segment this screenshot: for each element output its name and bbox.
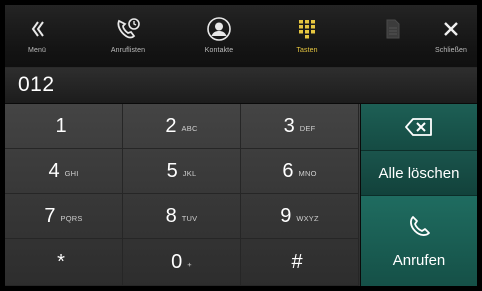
key-digit: 5 xyxy=(166,159,178,182)
key-letters: DEF xyxy=(299,124,316,133)
key-digit: * xyxy=(57,250,65,273)
key-letters: GHI xyxy=(64,169,79,178)
key-0[interactable]: 0 + xyxy=(123,239,241,286)
call-label: Anrufen xyxy=(392,251,446,269)
key-digit: 3 xyxy=(283,114,295,137)
contacts-label: Kontakte xyxy=(204,47,234,54)
key-letters: MNO xyxy=(298,169,317,178)
phone-handset-icon xyxy=(410,215,430,236)
key-digit: 7 xyxy=(44,204,56,227)
key-4[interactable]: 4 GHI xyxy=(5,149,123,194)
document-icon xyxy=(385,13,401,45)
key-digit: 1 xyxy=(55,114,67,137)
contacts-button[interactable]: Kontakte xyxy=(187,5,251,67)
call-history-icon xyxy=(114,13,142,45)
key-letters: TUV xyxy=(181,214,198,223)
phone-dialer-screen: Menü Anruflisten Kontakte Tasten Schließ… xyxy=(5,5,477,286)
dial-keypad: 1 2 ABC 3 DEF 4 GHI 5 JKL 6 MNO 7 PQRS 8 TUV 9W… xyxy=(5,104,360,286)
number-display: 012 xyxy=(5,68,477,103)
backspace-button[interactable] xyxy=(361,104,477,151)
key-digit: 4 xyxy=(48,159,60,182)
key-digit: 8 xyxy=(165,204,177,227)
key-8[interactable]: 8 TUV xyxy=(123,194,241,239)
key-2[interactable]: 2 ABC xyxy=(123,104,241,149)
key-letters: WXYZ xyxy=(296,214,319,223)
contact-icon xyxy=(207,13,231,45)
key-digit: 0 xyxy=(171,250,183,273)
keypad-icon xyxy=(297,13,317,45)
key-9[interactable]: 9 WXYZ xyxy=(241,194,359,239)
key-hash[interactable]: # xyxy=(241,239,359,286)
dialed-number: 012 xyxy=(18,73,55,96)
key-digit: 2 xyxy=(165,114,177,137)
key-7[interactable]: 7 PQRS xyxy=(5,194,123,239)
key-digit: 6 xyxy=(282,159,294,182)
close-button[interactable]: Schließen xyxy=(425,5,477,67)
keypad-tab-label: Tasten xyxy=(296,47,318,54)
key-6[interactable]: 6 MNO xyxy=(241,149,359,194)
key-3[interactable]: 3 DEF xyxy=(241,104,359,149)
key-1[interactable]: 1 xyxy=(5,104,123,149)
document-button[interactable] xyxy=(373,5,413,67)
keypad-tab-button[interactable]: Tasten xyxy=(277,5,337,67)
call-button[interactable]: Anrufen xyxy=(361,196,477,286)
key-digit: 9 xyxy=(280,204,292,227)
key-letters: + xyxy=(187,260,192,269)
double-chevron-left-icon xyxy=(27,13,47,45)
key-letters: ABC xyxy=(181,124,198,133)
menu-button[interactable]: Menü xyxy=(9,5,65,67)
backspace-icon xyxy=(405,118,432,136)
top-toolbar: Menü Anruflisten Kontakte Tasten Schließ… xyxy=(5,5,477,68)
menu-label: Menü xyxy=(28,47,46,54)
key-5[interactable]: 5 JKL xyxy=(123,149,241,194)
close-label: Schließen xyxy=(434,47,468,54)
action-column: Alle löschen Anrufen xyxy=(361,104,477,286)
key-letters: PQRS xyxy=(60,214,83,223)
key-star[interactable]: * xyxy=(5,239,123,286)
call-history-button[interactable]: Anruflisten xyxy=(93,5,163,67)
close-icon xyxy=(443,13,459,45)
key-letters: JKL xyxy=(182,169,197,178)
call-history-label: Anruflisten xyxy=(110,47,146,54)
clear-all-label: Alle löschen xyxy=(378,164,460,182)
key-digit: # xyxy=(291,250,303,273)
clear-all-button[interactable]: Alle löschen xyxy=(361,151,477,196)
